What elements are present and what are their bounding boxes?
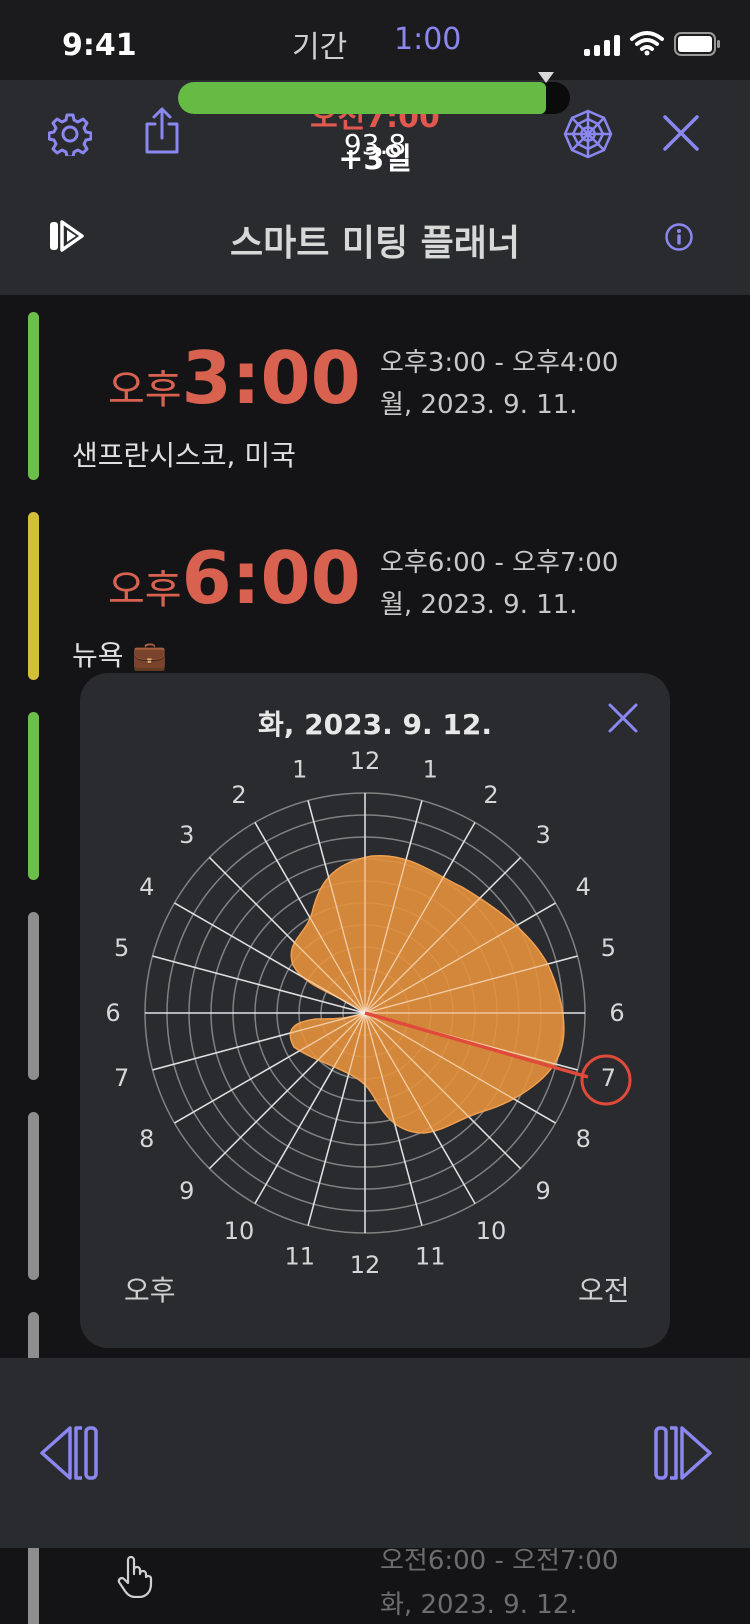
hour-label-am: 3 — [536, 821, 551, 849]
hour-label-am: 1 — [423, 756, 438, 784]
hour-label-pm: 11 — [285, 1242, 316, 1270]
hour-label-pm: 7 — [114, 1064, 129, 1092]
meeting-color-bar — [28, 512, 39, 680]
meeting-city: 샌프란시스코, 미국 — [72, 439, 296, 472]
hour-label-pm: 6 — [105, 999, 120, 1027]
hand-pointer-icon — [114, 1554, 154, 1602]
battery-icon — [674, 32, 722, 60]
hour-label-pm: 5 — [114, 934, 129, 962]
meeting-color-bar — [28, 1112, 39, 1280]
meeting-time[interactable]: 오후3:00 — [108, 336, 361, 420]
meeting-ampm: 오후 — [108, 367, 182, 413]
duration-slider-fill — [178, 82, 546, 114]
hour-label-am: 4 — [576, 873, 591, 901]
hour-label-pm: 10 — [224, 1217, 255, 1245]
availability-area — [289, 854, 565, 1134]
meeting-date: 월, 2023. 9. 11. — [380, 390, 578, 420]
meeting-date: 월, 2023. 9. 11. — [380, 590, 578, 620]
meeting-time[interactable]: 오후6:00 — [108, 536, 361, 620]
duration-slider-thumb[interactable] — [538, 72, 554, 83]
fast-forward-icon[interactable] — [650, 1420, 716, 1490]
hour-label-pm: 4 — [139, 873, 154, 901]
hour-label-bottom: 12 — [350, 1251, 381, 1279]
meeting-color-bar — [28, 312, 39, 480]
meeting-date: 화, 2023. 9. 12. — [380, 1590, 578, 1620]
meeting-ampm: 오후 — [108, 567, 182, 613]
signal-icon — [584, 34, 620, 56]
duration-player — [0, 1358, 750, 1548]
meeting-range: 오후6:00 - 오후7:00 — [380, 548, 619, 578]
duration-label: 기간 — [292, 30, 348, 65]
meeting-city: 뉴욕 💼 — [72, 639, 168, 672]
hour-label-am: 11 — [415, 1242, 446, 1270]
rewind-icon[interactable] — [36, 1420, 102, 1490]
duration-value: 1:00 — [394, 22, 462, 57]
hour-label-pm: 2 — [231, 781, 246, 809]
meeting-range: 오후3:00 - 오후4:00 — [380, 348, 619, 378]
hour-label-am: 10 — [476, 1217, 507, 1245]
wifi-icon — [630, 30, 664, 60]
duration-slider-value: 93.8 — [343, 128, 407, 161]
meeting-hm: 3:00 — [181, 336, 361, 420]
page-title: 스마트 미팅 플래너 — [229, 223, 521, 264]
hour-label-pm: 8 — [139, 1125, 154, 1153]
meeting-hm: 6:00 — [181, 536, 361, 620]
hour-label-pm: 3 — [179, 821, 194, 849]
hour-label-am: 9 — [536, 1177, 551, 1205]
status-time: 9:41 — [62, 28, 137, 63]
hour-label-am: 8 — [576, 1125, 591, 1153]
hour-label-am: 5 — [601, 934, 616, 962]
hour-label-pm: 1 — [292, 756, 307, 784]
polar-clock-chart: 123456789101112345678910111212 — [105, 747, 632, 1279]
hour-label-top: 12 — [350, 747, 381, 775]
hour-label-am: 7 — [601, 1064, 616, 1092]
hour-label-am: 6 — [609, 999, 624, 1027]
meeting-color-bar — [28, 712, 39, 880]
day-popup: 화, 2023. 9. 12. 1 2 3 4 5 6 7 8 9 10 11 1 2 3 4 5 6 7 8 9 10… — [80, 673, 670, 1348]
info-icon[interactable] — [664, 222, 694, 256]
am-label: 오전 — [578, 1274, 630, 1307]
pm-label: 오후 — [124, 1274, 176, 1307]
meeting-color-bar — [28, 912, 39, 1080]
hour-label-am: 2 — [483, 781, 498, 809]
hour-label-pm: 9 — [179, 1177, 194, 1205]
